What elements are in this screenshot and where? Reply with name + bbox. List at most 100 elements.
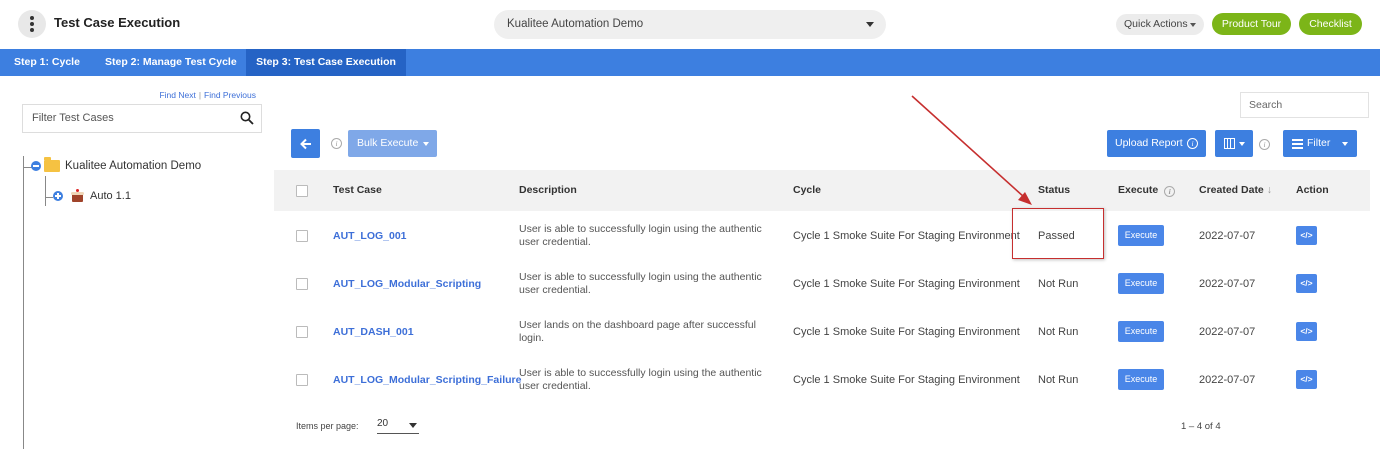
row-cycle: Cycle 1 Smoke Suite For Staging Environm… bbox=[793, 326, 1020, 338]
step-test-case-execution-tab[interactable]: Step 3: Test Case Execution bbox=[246, 49, 406, 76]
header-description[interactable]: Description bbox=[519, 170, 577, 211]
tree-line bbox=[45, 176, 46, 206]
checklist-button[interactable]: Checklist bbox=[1299, 13, 1362, 35]
search-icon[interactable] bbox=[240, 111, 254, 125]
row-cycle: Cycle 1 Smoke Suite For Staging Environm… bbox=[793, 230, 1020, 242]
table-row: AUT_LOG_Modular_Scripting User is able t… bbox=[274, 259, 1370, 307]
header-created-date-label: Created Date bbox=[1199, 184, 1264, 196]
tree-node-root[interactable]: Kualitee Automation Demo bbox=[31, 157, 201, 172]
chevron-down-icon bbox=[866, 22, 874, 27]
header-action: Action bbox=[1296, 184, 1329, 196]
tree-line bbox=[23, 156, 24, 449]
code-icon[interactable]: </> bbox=[1296, 322, 1317, 341]
execute-button[interactable]: Execute bbox=[1118, 369, 1164, 390]
bulk-execute-button[interactable]: Bulk Execute bbox=[348, 130, 437, 157]
info-icon[interactable]: i bbox=[1259, 139, 1270, 150]
columns-toggle-button[interactable] bbox=[1215, 130, 1253, 157]
sliders-icon bbox=[1292, 139, 1303, 149]
bulk-execute-label: Bulk Execute bbox=[357, 137, 419, 149]
sort-down-icon[interactable]: ↓ bbox=[1267, 170, 1272, 211]
quick-actions-dropdown[interactable]: Quick Actions bbox=[1116, 14, 1204, 35]
project-select[interactable]: Kualitee Automation Demo bbox=[494, 10, 886, 39]
arrow-left-icon bbox=[299, 138, 311, 149]
code-icon[interactable]: </> bbox=[1296, 370, 1317, 389]
test-case-link[interactable]: AUT_LOG_Modular_Scripting_Failure bbox=[333, 374, 521, 386]
row-status: Not Run bbox=[1038, 278, 1079, 290]
header-test-case[interactable]: Test Case bbox=[333, 170, 382, 211]
row-status: Not Run bbox=[1038, 374, 1079, 386]
step-manage-test-cycle-tab[interactable]: Step 2: Manage Test Cycle bbox=[105, 49, 237, 76]
items-per-page-select[interactable]: 20 bbox=[377, 418, 419, 434]
find-previous-link[interactable]: Find Previous bbox=[204, 90, 256, 100]
upload-report-label: Upload Report bbox=[1115, 137, 1183, 149]
table-row: AUT_LOG_001 User is able to successfully… bbox=[274, 211, 1370, 259]
caret-down-icon bbox=[1239, 142, 1245, 146]
row-created-date: 2022-07-07 bbox=[1199, 374, 1256, 386]
row-checkbox[interactable] bbox=[296, 326, 308, 338]
table-header: Test Case Description Cycle Status Execu… bbox=[274, 170, 1370, 211]
row-checkbox[interactable] bbox=[296, 374, 308, 386]
more-menu-button[interactable] bbox=[18, 10, 46, 38]
row-cycle: Cycle 1 Smoke Suite For Staging Environm… bbox=[793, 374, 1020, 386]
expand-icon[interactable] bbox=[53, 190, 63, 201]
row-created-date: 2022-07-07 bbox=[1199, 326, 1256, 338]
back-button[interactable] bbox=[291, 129, 320, 158]
vertical-dots-icon bbox=[30, 16, 34, 32]
execute-button[interactable]: Execute bbox=[1118, 273, 1164, 294]
info-icon: i bbox=[1164, 186, 1176, 197]
table-row: AUT_LOG_Modular_Scripting_Failure User i… bbox=[274, 355, 1370, 403]
page-title: Test Case Execution bbox=[54, 15, 181, 30]
test-case-tree-panel: Find Next | Find Previous Filter Test Case… bbox=[0, 76, 271, 449]
header-created-date[interactable]: Created Date ↓ bbox=[1199, 170, 1272, 211]
filter-label: Filter bbox=[1307, 137, 1331, 149]
table-row: AUT_DASH_001 User lands on the dashboard… bbox=[274, 307, 1370, 355]
top-bar: Test Case Execution Kualitee Automation … bbox=[0, 0, 1380, 48]
status-highlight-box bbox=[1012, 208, 1104, 259]
find-links: Find Next | Find Previous bbox=[159, 90, 256, 100]
tree-node-child[interactable]: Auto 1.1 bbox=[53, 189, 131, 202]
step-navigation: Step 1: Cycle Step 2: Manage Test Cycle … bbox=[0, 49, 1380, 76]
columns-icon bbox=[1224, 138, 1235, 149]
row-status: Not Run bbox=[1038, 326, 1079, 338]
filter-test-cases-placeholder: Filter Test Cases bbox=[32, 112, 114, 124]
row-description: User is able to successfully login using… bbox=[519, 223, 762, 248]
row-description: User is able to successfully login using… bbox=[519, 367, 762, 392]
info-icon: i bbox=[1187, 138, 1198, 149]
test-case-link[interactable]: AUT_DASH_001 bbox=[333, 326, 414, 338]
row-description: User is able to successfully login using… bbox=[519, 271, 762, 296]
search-placeholder: Search bbox=[1249, 99, 1283, 111]
cake-icon bbox=[71, 189, 84, 202]
row-created-date: 2022-07-07 bbox=[1199, 278, 1256, 290]
row-checkbox[interactable] bbox=[296, 230, 308, 242]
quick-actions-label: Quick Actions bbox=[1124, 18, 1188, 30]
select-all-checkbox[interactable] bbox=[296, 185, 308, 197]
tree-line bbox=[45, 197, 53, 198]
caret-down-icon bbox=[1190, 23, 1196, 27]
header-execute-label: Execute bbox=[1118, 184, 1159, 196]
header-execute[interactable]: Execute i bbox=[1118, 170, 1176, 211]
info-icon[interactable]: i bbox=[331, 138, 342, 149]
step-cycle-tab[interactable]: Step 1: Cycle bbox=[14, 49, 80, 76]
header-status[interactable]: Status bbox=[1038, 170, 1070, 211]
test-case-link[interactable]: AUT_LOG_Modular_Scripting bbox=[333, 278, 481, 290]
find-links-separator: | bbox=[198, 90, 202, 100]
execute-button[interactable]: Execute bbox=[1118, 321, 1164, 342]
product-tour-button[interactable]: Product Tour bbox=[1212, 13, 1291, 35]
caret-down-icon bbox=[423, 142, 429, 146]
code-icon[interactable]: </> bbox=[1296, 274, 1317, 293]
row-checkbox[interactable] bbox=[296, 278, 308, 290]
filter-test-cases-input[interactable]: Filter Test Cases bbox=[22, 104, 262, 133]
caret-down-icon bbox=[1342, 142, 1348, 146]
search-input[interactable]: Search bbox=[1240, 92, 1369, 118]
collapse-icon[interactable] bbox=[31, 161, 41, 171]
filter-button[interactable]: Filter bbox=[1283, 130, 1357, 157]
upload-report-button[interactable]: Upload Report i bbox=[1107, 130, 1206, 157]
tree-node-child-label: Auto 1.1 bbox=[90, 189, 131, 202]
code-icon[interactable]: </> bbox=[1296, 226, 1317, 245]
execute-button[interactable]: Execute bbox=[1118, 225, 1164, 246]
folder-icon bbox=[44, 157, 60, 172]
header-cycle[interactable]: Cycle bbox=[793, 170, 821, 211]
find-next-link[interactable]: Find Next bbox=[159, 90, 195, 100]
test-case-link[interactable]: AUT_LOG_001 bbox=[333, 230, 407, 242]
pagination-range: 1 – 4 of 4 bbox=[1181, 421, 1221, 432]
